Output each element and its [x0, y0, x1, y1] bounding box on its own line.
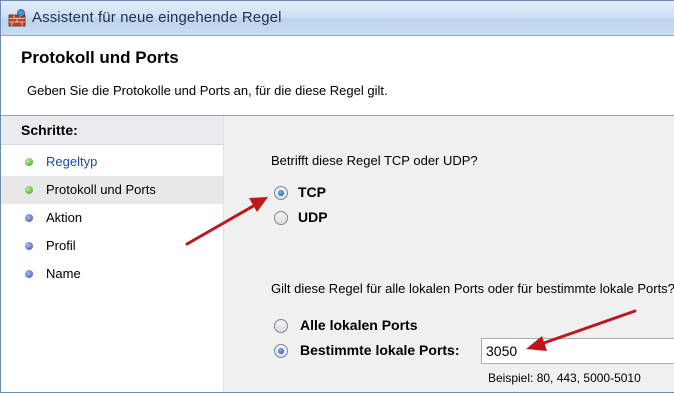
specific-ports-radio[interactable] [274, 344, 288, 358]
ports-input[interactable]: 3050 [481, 338, 674, 364]
step-name: Name [1, 260, 223, 288]
udp-radio[interactable] [274, 211, 288, 225]
step-profil: Profil [1, 232, 223, 260]
ports-question: Gilt diese Regel für alle lokalen Ports … [271, 281, 674, 296]
step-pending-bullet-icon [25, 214, 33, 222]
page-title: Protokoll und Ports [21, 48, 179, 67]
step-regeltyp[interactable]: Regeltyp [1, 148, 223, 176]
wizard-window: Assistent für neue eingehende Regel Prot… [0, 0, 674, 393]
step-aktion: Aktion [1, 204, 223, 232]
step-completed-bullet-icon [25, 158, 33, 166]
window-title: Assistent für neue eingehende Regel [32, 9, 282, 26]
firewall-icon [8, 9, 26, 27]
steps-header: Schritte: [1, 116, 223, 145]
step-label: Aktion [46, 210, 83, 225]
page-header: Protokoll und Ports Geben Sie die Protok… [1, 36, 674, 116]
step-pending-bullet-icon [25, 270, 33, 278]
all-ports-radio-label[interactable]: Alle lokalen Ports [300, 317, 417, 333]
page-description: Geben Sie die Protokolle und Ports an, f… [27, 83, 388, 98]
step-label: Regeltyp [46, 154, 98, 169]
title-bar[interactable]: Assistent für neue eingehende Regel [1, 1, 674, 36]
step-label: Protokoll und Ports [46, 182, 156, 197]
ports-example-hint: Beispiel: 80, 443, 5000-5010 [488, 371, 641, 385]
main-panel: Betrifft diese Regel TCP oder UDP? TCP U… [224, 116, 674, 392]
all-ports-radio[interactable] [274, 319, 288, 333]
steps-title: Schritte: [21, 122, 78, 138]
step-label: Profil [46, 238, 76, 253]
tcp-radio-label[interactable]: TCP [298, 184, 326, 200]
step-current-bullet-icon [25, 186, 33, 194]
tcp-radio[interactable] [274, 186, 288, 200]
step-protokoll-und-ports[interactable]: Protokoll und Ports [1, 176, 223, 204]
udp-radio-label[interactable]: UDP [298, 209, 328, 225]
step-pending-bullet-icon [25, 242, 33, 250]
specific-ports-radio-label[interactable]: Bestimmte lokale Ports: [300, 342, 460, 358]
steps-sidebar: Schritte: Regeltyp Protokoll und Ports A… [1, 116, 224, 392]
protocol-question: Betrifft diese Regel TCP oder UDP? [271, 153, 478, 168]
step-label: Name [46, 266, 81, 281]
